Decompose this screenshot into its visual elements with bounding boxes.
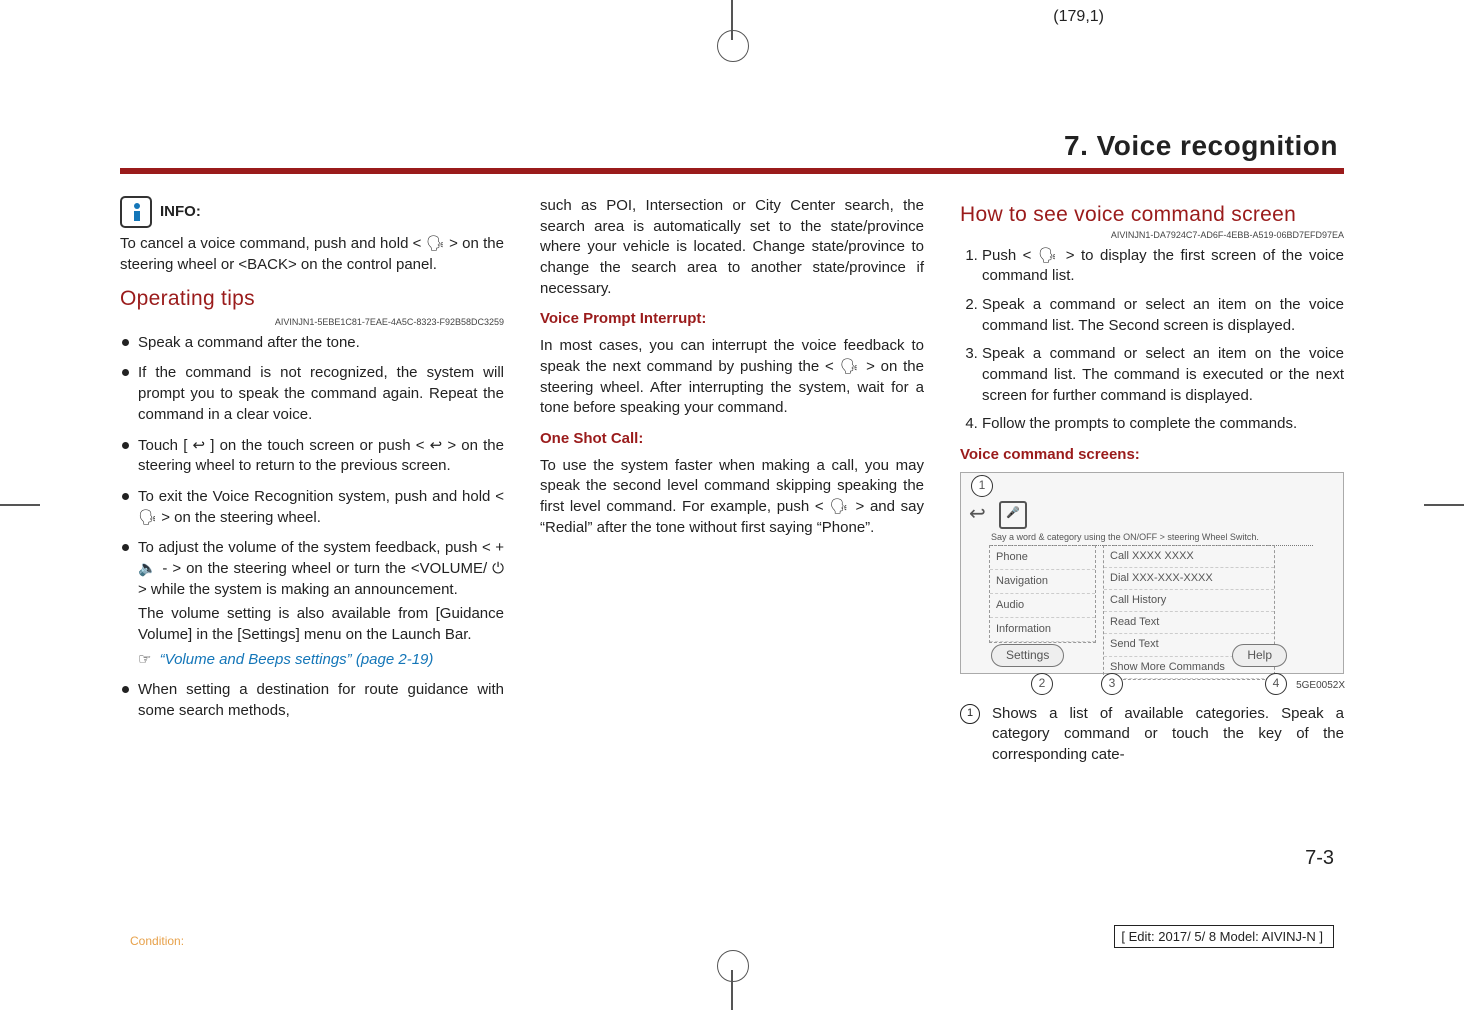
tip-item: Speak a command after the tone.	[138, 333, 504, 354]
category-list: Phone Navigation Audio Information	[989, 545, 1096, 644]
callout-1-text: Shows a list of available categories. Sp…	[992, 704, 1344, 766]
footer-condition: Condition:	[130, 934, 184, 948]
callout-3-marker: 3	[1101, 673, 1123, 695]
voice-command-screens-heading: Voice command screens:	[960, 445, 1344, 466]
column-3: How to see voice command screen AIVINJN1…	[960, 196, 1344, 766]
reference-icon: ☞	[138, 651, 151, 668]
info-heading: INFO:	[120, 196, 504, 228]
command-item: Dial XXX-XXX-XXXX	[1104, 568, 1274, 590]
callout-1-marker: 1	[971, 475, 993, 497]
tip-item: To exit the Voice Recognition system, pu…	[138, 487, 504, 528]
settings-button: Settings	[991, 644, 1064, 667]
voice-command-screenshot: 1 ↩ 🎤 Say a word & category using the ON…	[960, 472, 1344, 674]
help-button: Help	[1232, 644, 1287, 667]
tip-subtext: The volume setting is also available fro…	[138, 604, 504, 645]
callout-1-label: 1	[960, 704, 980, 724]
tip-item: When setting a destination for route gui…	[138, 680, 504, 721]
step-item: Speak a command or select an item on the…	[982, 344, 1344, 406]
info-paragraph: To cancel a voice command, push and hold…	[120, 234, 504, 275]
content-columns: INFO: To cancel a voice command, push an…	[120, 196, 1344, 766]
voice-prompt-interrupt-paragraph: In most cases, you can interrupt the voi…	[540, 336, 924, 419]
voice-prompt-interrupt-heading: Voice Prompt Interrupt:	[540, 309, 924, 330]
speak-icon: 🎤	[999, 501, 1027, 529]
category-item: Audio	[990, 594, 1095, 618]
crop-mark-top	[712, 0, 752, 40]
tip-item: To adjust the volume of the system feedb…	[138, 538, 504, 670]
command-item: Call History	[1104, 590, 1274, 612]
callout-4-marker: 4	[1265, 673, 1287, 695]
how-to-heading: How to see voice command screen	[960, 202, 1344, 227]
continuation-paragraph: such as POI, Intersection or City Center…	[540, 196, 924, 299]
category-item: Information	[990, 618, 1095, 642]
how-to-id: AIVINJN1-DA7924C7-AD6F-4EBB-A519-06BD7EF…	[960, 229, 1344, 241]
info-label: INFO:	[160, 202, 201, 223]
tip-link-row: ☞ “Volume and Beeps settings” (page 2-19…	[138, 650, 504, 671]
section-rule	[120, 168, 1344, 174]
column-1: INFO: To cancel a voice command, push an…	[120, 196, 504, 766]
crop-mark-bottom	[712, 970, 752, 1010]
tip-text: To adjust the volume of the system feedb…	[138, 539, 504, 597]
screenshot-image-id: 5GE0052X	[1296, 679, 1345, 693]
crop-mark-right	[1424, 485, 1464, 525]
command-item: Read Text	[1104, 612, 1274, 634]
how-to-steps: Push < 🗣 > to display the first screen o…	[960, 246, 1344, 436]
callout-2-marker: 2	[1031, 673, 1053, 695]
category-item: Phone	[990, 546, 1095, 570]
section-title: 7. Voice recognition	[120, 130, 1344, 162]
footer-edit-info: [ Edit: 2017/ 5/ 8 Model: AIVINJ-N ]	[1114, 925, 1334, 948]
operating-tips-heading: Operating tips	[120, 285, 504, 314]
reference-link[interactable]: “Volume and Beeps settings” (page 2-19)	[160, 651, 434, 668]
one-shot-call-paragraph: To use the system faster when making a c…	[540, 456, 924, 539]
one-shot-call-heading: One Shot Call:	[540, 429, 924, 450]
crop-mark-left	[0, 485, 40, 525]
step-item: Push < 🗣 > to display the first screen o…	[982, 246, 1344, 287]
callout-description-row: 1 Shows a list of available categories. …	[960, 704, 1344, 766]
category-item: Navigation	[990, 570, 1095, 594]
column-2: such as POI, Intersection or City Center…	[540, 196, 924, 766]
back-icon: ↩	[969, 501, 986, 529]
tip-item: Touch [ ↩ ] on the touch screen or push …	[138, 436, 504, 477]
operating-tips-id: AIVINJN1-5EBE1C81-7EAE-4A5C-8323-F92B58D…	[120, 316, 504, 328]
sheet-slip: (179,1)	[1053, 8, 1104, 26]
manual-page: (179,1) 7. Voice recognition INFO: To ca…	[0, 0, 1464, 1010]
step-item: Speak a command or select an item on the…	[982, 295, 1344, 336]
tips-list: Speak a command after the tone. If the c…	[120, 333, 504, 722]
command-item: Call XXXX XXXX	[1104, 546, 1274, 568]
step-item: Follow the prompts to complete the comma…	[982, 414, 1344, 435]
page-number: 7-3	[1305, 847, 1334, 870]
info-icon	[120, 196, 152, 228]
tip-item: If the command is not recognized, the sy…	[138, 363, 504, 425]
